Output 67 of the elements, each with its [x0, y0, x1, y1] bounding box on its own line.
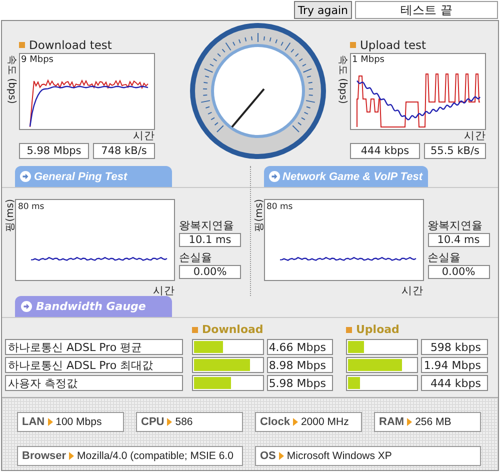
info-value: Mozilla/4.0 (compatible; MSIE 6.0	[77, 450, 234, 462]
column-header: Upload	[356, 323, 400, 336]
speed-value: 8.98 Mbps	[267, 357, 333, 373]
throughput-readout: 748 kB/s	[93, 143, 155, 159]
row-label: 하나로통신 ADSL Pro 평균	[5, 339, 183, 355]
section-tab[interactable]: General Ping Test	[15, 166, 172, 187]
info-label: CPU	[141, 416, 164, 428]
info-label: LAN	[22, 416, 45, 428]
time-axis-label: 시간	[400, 284, 424, 295]
row-label: 하나로통신 ADSL Pro 최대값	[5, 357, 183, 373]
max-label: 1 Mbps	[352, 55, 384, 65]
arrow-icon	[407, 418, 412, 426]
arrow-icon	[167, 418, 172, 426]
status-field: 테스트 끝	[355, 1, 498, 19]
loss-label: 손실율	[179, 251, 213, 264]
info-label: Browser	[22, 450, 66, 462]
test-title: Upload test	[360, 38, 426, 52]
bullet-icon	[346, 326, 352, 332]
axis-label: 속도 (bps)	[336, 55, 349, 104]
info-value: 586	[175, 416, 193, 428]
arrow-icon	[48, 418, 53, 426]
try-again-button[interactable]: Try again	[294, 1, 352, 19]
column-header: Download	[202, 323, 264, 336]
info-label: OS	[260, 450, 276, 462]
time-axis-label: 시간	[132, 130, 155, 143]
arrow-circle-icon	[21, 301, 32, 312]
section-tab[interactable]: Network Game & VoIP Test	[264, 166, 428, 187]
time-axis-label: 시간	[152, 284, 175, 295]
bullet-icon	[19, 42, 25, 48]
speed-value: 598 kbps	[421, 339, 488, 355]
rate-readout: 5.98 Mbps	[19, 143, 89, 159]
info-value: 256 MB	[415, 416, 452, 428]
max-label: 9 Mbps	[21, 55, 54, 65]
info-value: Microsoft Windows XP	[286, 450, 392, 462]
latency-readout: 10.1 ms	[179, 233, 241, 247]
max-label: 80 ms	[266, 202, 293, 212]
loss-readout: 0.00%	[179, 265, 241, 279]
speed-value: 4.66 Mbps	[267, 339, 333, 355]
info-value: 100 Mbps	[56, 416, 102, 428]
speed-value: 444 kbps	[421, 375, 488, 391]
info-label: RAM	[379, 416, 404, 428]
time-axis-label: 시간	[463, 130, 486, 143]
arrow-icon	[69, 452, 74, 460]
arrow-icon	[292, 418, 298, 426]
info-label: Clock	[260, 416, 290, 428]
axis-label: 속도 (bps)	[5, 55, 18, 104]
axis-label: 핑(ms)	[4, 199, 17, 232]
test-title: Download test	[29, 38, 112, 52]
latency-readout: 10.4 ms	[428, 233, 490, 247]
info-value: 2000 MHz	[300, 416, 349, 428]
loss-readout: 0.00%	[428, 265, 490, 279]
rate-readout: 444 kbps	[350, 143, 420, 159]
speed-value: 5.98 Mbps	[267, 375, 333, 391]
arrow-circle-icon	[268, 171, 280, 182]
arrow-icon	[278, 452, 284, 460]
arrow-circle-icon	[20, 171, 31, 182]
bullet-icon	[192, 326, 198, 332]
row-label: 사용자 측정값	[5, 375, 183, 391]
axis-label: 핑(ms)	[252, 199, 266, 232]
bullet-icon	[350, 42, 356, 48]
max-label: 80 ms	[18, 202, 44, 212]
throughput-readout: 55.5 kB/s	[424, 143, 486, 159]
loss-label: 손실율	[428, 251, 462, 264]
latency-label: 왕복지연율	[428, 219, 484, 232]
latency-label: 왕복지연율	[179, 219, 235, 232]
section-tab[interactable]: Bandwidth Gauge	[15, 296, 172, 317]
speed-value: 1.94 Mbps	[421, 357, 488, 373]
